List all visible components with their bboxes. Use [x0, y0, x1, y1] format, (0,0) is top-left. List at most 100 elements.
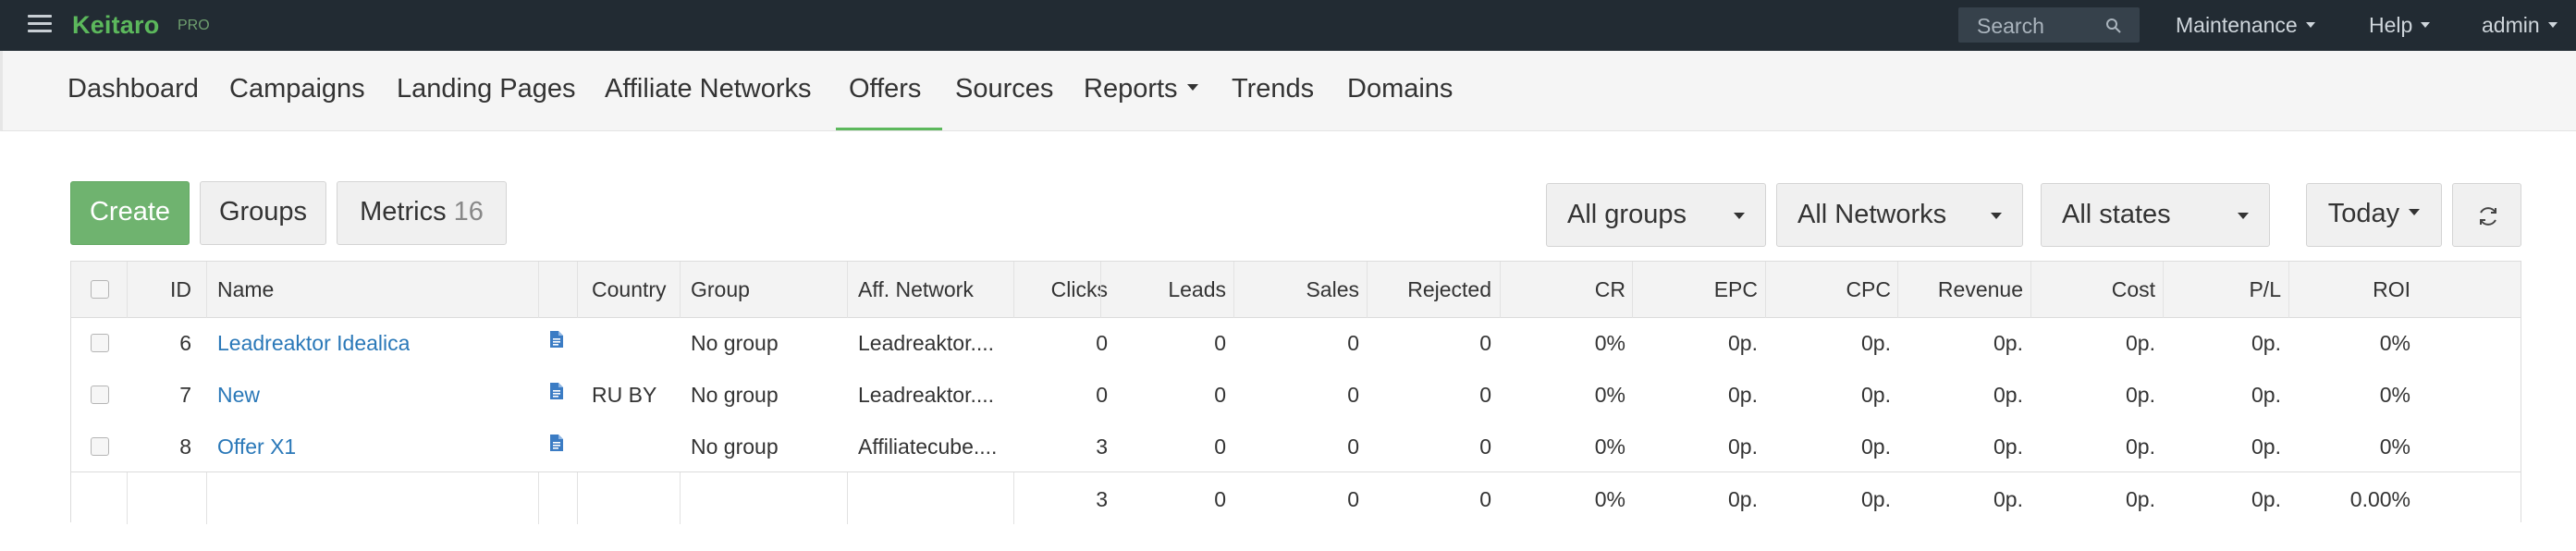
nav-dashboard[interactable]: Dashboard: [67, 74, 199, 104]
main-nav: Dashboard Campaigns Landing Pages Affili…: [0, 51, 2576, 131]
total-cost: 0p.: [2126, 487, 2155, 511]
document-icon[interactable]: [549, 330, 564, 349]
network-filter-select[interactable]: All Networks: [1776, 183, 2023, 247]
document-icon[interactable]: [549, 382, 564, 400]
header-id[interactable]: ID: [127, 277, 191, 302]
brand-badge: PRO: [178, 18, 210, 33]
header-clicks[interactable]: Clicks: [1013, 277, 1108, 302]
cell-cost: 0p.: [2126, 435, 2155, 459]
user-menu[interactable]: admin: [2482, 13, 2558, 38]
total-sales: 0: [1347, 487, 1359, 511]
total-rejected: 0: [1479, 487, 1491, 511]
period-dropdown[interactable]: Today: [2306, 183, 2442, 247]
cell-rejected: 0: [1479, 331, 1491, 355]
nav-domains[interactable]: Domains: [1347, 74, 1453, 104]
maintenance-menu[interactable]: Maintenance: [2176, 13, 2315, 38]
offer-name-link[interactable]: Offer X1: [217, 435, 296, 459]
totals-row: 3 0 0 0 0% 0p. 0p. 0p. 0p. 0p. 0.00%: [71, 471, 2521, 524]
nav-landing-pages[interactable]: Landing Pages: [397, 74, 576, 104]
cell-rejected: 0: [1479, 383, 1491, 407]
metrics-button[interactable]: Metrics 16: [337, 181, 507, 245]
cell-sales: 0: [1347, 435, 1359, 459]
state-filter-select[interactable]: All states: [2041, 183, 2270, 247]
nav-sources[interactable]: Sources: [955, 74, 1053, 104]
brand-logo[interactable]: Keitaro: [72, 11, 159, 40]
top-bar: Keitaro PRO Search Maintenance Help admi…: [0, 0, 2576, 51]
network-filter-value: All Networks: [1797, 200, 1947, 229]
period-label: Today: [2327, 199, 2400, 228]
cell-revenue: 0p.: [1993, 435, 2023, 459]
total-clicks: 3: [1096, 487, 1108, 511]
cell-group: No group: [691, 331, 779, 355]
header-leads[interactable]: Leads: [1100, 277, 1226, 302]
help-label: Help: [2369, 13, 2413, 37]
cell-id: 8: [179, 435, 191, 459]
cell-cr: 0%: [1594, 435, 1625, 459]
cell-pl: 0p.: [2251, 331, 2281, 355]
total-pl: 0p.: [2251, 487, 2281, 511]
cell-id: 6: [179, 331, 191, 355]
hamburger-icon[interactable]: [28, 13, 52, 33]
chevron-down-icon: [2238, 213, 2249, 219]
total-roi: 0.00%: [2349, 487, 2410, 511]
header-cpc[interactable]: CPC: [1765, 277, 1891, 302]
header-rejected[interactable]: Rejected: [1367, 277, 1491, 302]
nav-reports[interactable]: Reports: [1084, 74, 1198, 104]
row-checkbox[interactable]: [91, 334, 109, 352]
chevron-down-icon: [2305, 21, 2315, 28]
cell-epc: 0p.: [1728, 383, 1758, 407]
groups-button[interactable]: Groups: [200, 181, 326, 245]
header-epc[interactable]: EPC: [1632, 277, 1758, 302]
nav-reports-label: Reports: [1084, 74, 1178, 104]
document-icon[interactable]: [549, 434, 564, 452]
nav-campaigns[interactable]: Campaigns: [229, 74, 365, 104]
refresh-button[interactable]: [2452, 183, 2521, 247]
cell-pl: 0p.: [2251, 435, 2281, 459]
cell-cpc: 0p.: [1861, 435, 1891, 459]
cell-leads: 0: [1214, 383, 1226, 407]
active-tab-indicator: [836, 128, 942, 130]
header-revenue[interactable]: Revenue: [1897, 277, 2023, 302]
search-icon[interactable]: [2105, 18, 2122, 34]
user-label: admin: [2482, 13, 2540, 37]
groups-label: Groups: [218, 197, 308, 227]
cell-cost: 0p.: [2126, 331, 2155, 355]
cell-network: Leadreaktor....: [858, 331, 995, 355]
header-network[interactable]: Aff. Network: [858, 277, 974, 302]
header-country[interactable]: Country: [592, 277, 667, 302]
header-pl[interactable]: P/L: [2163, 277, 2281, 302]
header-roi[interactable]: ROI: [2288, 277, 2410, 302]
total-revenue: 0p.: [1993, 487, 2023, 511]
table-header: ID Name Country Group Aff. Network Click…: [71, 262, 2521, 318]
table-row[interactable]: 6 0 0 0 0 0% 0p. 0p. 0p. 0p. 0p. 0% Leadreaktor Idea…: [71, 318, 2521, 370]
cell-pl: 0p.: [2251, 383, 2281, 407]
total-cr: 0%: [1594, 487, 1625, 511]
header-group[interactable]: Group: [691, 277, 750, 302]
help-menu[interactable]: Help: [2369, 13, 2431, 38]
create-button[interactable]: Create: [70, 181, 190, 245]
table-row[interactable]: 7 0 0 0 0 0% 0p. 0p. 0p. 0p. 0p. 0% New RU BY No group…: [71, 370, 2521, 422]
cell-cost: 0p.: [2126, 383, 2155, 407]
cell-cr: 0%: [1594, 331, 1625, 355]
header-name[interactable]: Name: [217, 277, 274, 302]
offer-name-link[interactable]: New: [217, 383, 260, 408]
nav-affiliate-networks[interactable]: Affiliate Networks: [605, 74, 812, 104]
table-row[interactable]: 8 3 0 0 0 0% 0p. 0p. 0p. 0p. 0p. 0% Offer X1 No group…: [71, 422, 2521, 473]
offer-name-link[interactable]: Leadreaktor Idealica: [217, 331, 410, 356]
row-checkbox[interactable]: [91, 386, 109, 404]
header-cost[interactable]: Cost: [2030, 277, 2155, 302]
select-all-checkbox[interactable]: [91, 280, 109, 299]
chevron-down-icon: [2421, 21, 2431, 28]
search-placeholder: Search: [1977, 14, 2044, 38]
cell-network: Affiliatecube....: [858, 435, 998, 459]
nav-offers[interactable]: Offers: [849, 74, 921, 104]
nav-trends[interactable]: Trends: [1232, 74, 1314, 104]
group-filter-value: All groups: [1567, 200, 1687, 229]
total-leads: 0: [1214, 487, 1226, 511]
group-filter-select[interactable]: All groups: [1546, 183, 1766, 247]
header-sales[interactable]: Sales: [1233, 277, 1359, 302]
cell-epc: 0p.: [1728, 331, 1758, 355]
header-cr[interactable]: CR: [1500, 277, 1625, 302]
cell-sales: 0: [1347, 383, 1359, 407]
row-checkbox[interactable]: [91, 437, 109, 456]
